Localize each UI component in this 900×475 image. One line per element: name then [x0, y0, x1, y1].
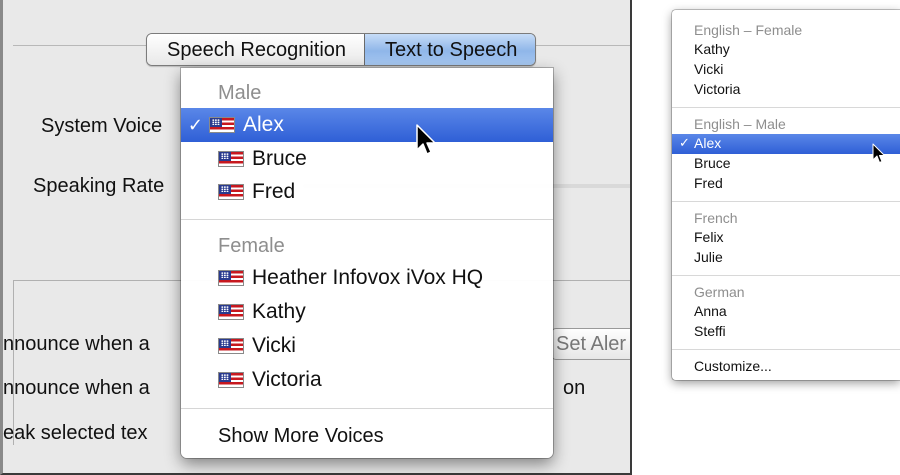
- menu-item-kathy[interactable]: Kathy: [694, 41, 730, 57]
- menu-header-male: Male: [218, 82, 262, 104]
- menu-item-felix[interactable]: Felix: [694, 229, 724, 245]
- menu-item-anna[interactable]: Anna: [694, 303, 727, 319]
- menu-item-victoria[interactable]: Victoria: [694, 81, 740, 97]
- menu-separator: [672, 349, 900, 350]
- voice-name: Kathy: [252, 300, 306, 323]
- voice-name: Heather Infovox iVox HQ: [252, 266, 484, 289]
- menu-item-label: Alex: [694, 135, 722, 151]
- system-voice-label: System Voice: [41, 115, 163, 137]
- menu-separator: [672, 201, 900, 202]
- menu-header-english-male: English – Male: [694, 116, 786, 132]
- speak-selected-text-option[interactable]: eak selected tex: [3, 422, 148, 445]
- us-flag-icon: [218, 151, 244, 167]
- voice-item-heather[interactable]: Heather Infovox iVox HQ: [181, 261, 553, 295]
- speech-tab-control: Speech Recognition Text to Speech: [146, 33, 537, 66]
- show-more-voices-item[interactable]: Show More Voices: [218, 425, 384, 448]
- voice-item-kathy[interactable]: Kathy: [181, 295, 553, 329]
- menu-item-alex[interactable]: ✓ Alex: [672, 134, 900, 154]
- voice-item-fred[interactable]: Fred: [181, 175, 553, 209]
- menu-separator: [672, 275, 900, 276]
- voice-name: Fred: [252, 180, 296, 203]
- menu-item-vicki[interactable]: Vicki: [694, 61, 723, 77]
- checkmark-icon: ✓: [679, 135, 690, 150]
- menu-item-fred[interactable]: Fred: [694, 175, 723, 191]
- voice-name: Alex: [243, 113, 284, 136]
- menu-separator: [672, 107, 900, 108]
- us-flag-icon: [218, 184, 244, 200]
- voice-item-victoria[interactable]: Victoria: [181, 363, 553, 397]
- voice-name: Victoria: [252, 368, 322, 391]
- menu-header-female: Female: [218, 235, 285, 257]
- menu-header-german: German: [694, 284, 745, 300]
- menu-separator: [181, 408, 553, 409]
- set-alert-options-button[interactable]: Set Aler: [551, 328, 630, 360]
- tab-text-to-speech[interactable]: Text to Speech: [364, 34, 536, 65]
- menu-item-julie[interactable]: Julie: [694, 249, 723, 265]
- checkmark-icon: ✓: [187, 114, 203, 135]
- voice-name: Bruce: [252, 147, 307, 170]
- announce-attention-tail: on: [563, 377, 586, 399]
- menu-header-french: French: [694, 210, 738, 226]
- menu-item-bruce[interactable]: Bruce: [694, 155, 731, 171]
- us-flag-icon: [218, 338, 244, 354]
- menu-separator: [181, 219, 553, 220]
- voice-name: Vicki: [252, 334, 296, 357]
- system-voice-menu: Male ✓ Alex Bruce Fred Female Heather In…: [181, 68, 553, 458]
- announce-attention-option[interactable]: nnounce when a: [3, 377, 150, 400]
- us-flag-icon: [209, 117, 235, 133]
- voice-item-alex[interactable]: ✓ Alex: [181, 108, 553, 142]
- tab-speech-recognition[interactable]: Speech Recognition: [147, 34, 365, 65]
- us-flag-icon: [218, 270, 244, 286]
- menu-item-customize[interactable]: Customize...: [694, 358, 772, 374]
- us-flag-icon: [218, 372, 244, 388]
- voice-item-bruce[interactable]: Bruce: [181, 142, 553, 176]
- voice-popup-menu: English – Female Kathy Vicki Victoria En…: [672, 10, 900, 380]
- arrow-cursor-icon: [872, 143, 885, 163]
- voice-item-vicki[interactable]: Vicki: [181, 329, 553, 363]
- announce-alerts-option[interactable]: nnounce when a: [3, 333, 150, 356]
- menu-item-steffi[interactable]: Steffi: [694, 323, 726, 339]
- menu-header-english-female: English – Female: [694, 22, 803, 38]
- arrow-cursor-icon: [416, 124, 436, 155]
- speaking-rate-label: Speaking Rate: [33, 175, 165, 197]
- us-flag-icon: [218, 304, 244, 320]
